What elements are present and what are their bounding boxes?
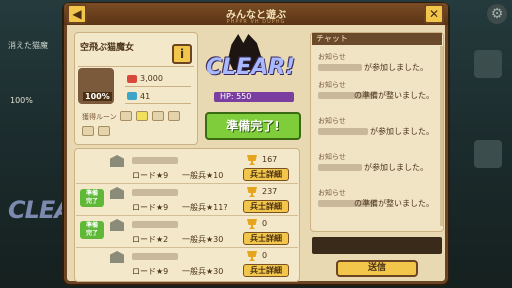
chat-sender: お知らせ xyxy=(318,53,346,61)
quest-name: 空飛ぶ猫魔女 xyxy=(80,43,135,53)
soldier-level: 一般兵★11? xyxy=(182,203,228,212)
player-name-blurred xyxy=(132,157,178,164)
lord-level: ロード★9 xyxy=(132,267,169,276)
background-percent: 100% xyxy=(10,96,33,105)
chat-message: が参加しました。 xyxy=(370,127,434,136)
gold-reward: 3,000 xyxy=(140,74,163,83)
chat-message: の準備が整いました。 xyxy=(354,91,434,100)
soldier-level: 一般兵★10 xyxy=(182,171,224,180)
ready-badge: 準備 完了 xyxy=(80,221,104,239)
divider xyxy=(125,103,191,104)
rune-slot xyxy=(152,111,164,121)
player-name-blurred xyxy=(132,253,178,260)
rune-slot xyxy=(136,111,148,121)
soldier-level: 一般兵★30 xyxy=(182,267,224,276)
soldier-detail-button[interactable]: 兵士詳細 xyxy=(243,264,289,277)
back-button[interactable]: ◀ xyxy=(67,4,87,24)
player-score: 237 xyxy=(262,187,278,196)
row-divider xyxy=(76,247,298,248)
player-score: 0 xyxy=(262,251,268,260)
chat-sender: お知らせ xyxy=(318,189,346,197)
info-button[interactable]: i xyxy=(172,44,192,64)
gold-icon xyxy=(127,75,137,83)
chat-message: が参加しました。 xyxy=(364,163,428,172)
ready-badge: 準備 完了 xyxy=(80,189,104,207)
chat-sender: お知らせ xyxy=(318,117,346,125)
divider xyxy=(78,66,194,67)
soldier-detail-button[interactable]: 兵士詳細 xyxy=(243,232,289,245)
chat-scrollbar[interactable] xyxy=(440,46,443,226)
chat-name-blurred xyxy=(318,128,368,135)
lord-level: ロード★9 xyxy=(132,203,169,212)
chat-message: の準備が整いました。 xyxy=(354,199,434,208)
row-divider xyxy=(76,215,298,216)
rune-slot xyxy=(120,111,132,121)
background-side-button xyxy=(474,50,502,78)
player-score: 0 xyxy=(262,219,268,228)
player-name-blurred xyxy=(132,189,178,196)
rune-slot xyxy=(82,126,94,136)
chat-name-blurred xyxy=(318,64,362,71)
ready-badge-text: 準備 完了 xyxy=(85,222,98,237)
gear-icon[interactable]: ⚙ xyxy=(487,4,507,24)
background-side-button xyxy=(474,140,502,168)
chat-message: が参加しました。 xyxy=(364,63,428,72)
rune-label: 獲得ルーン xyxy=(82,113,117,121)
chat-sender: お知らせ xyxy=(318,153,346,161)
chat-sender: お知らせ xyxy=(318,81,346,89)
lord-level: ロード★2 xyxy=(132,235,169,244)
title-ornament: PHPPR VH DUPHG xyxy=(226,19,286,25)
close-icon: ✕ xyxy=(428,7,440,21)
chat-name-blurred xyxy=(318,164,362,171)
soldier-detail-button[interactable]: 兵士詳細 xyxy=(243,168,289,181)
exp-reward: 41 xyxy=(140,92,151,101)
row-divider xyxy=(76,183,298,184)
rune-slot xyxy=(168,111,180,121)
boss-hp-text: HP: 550 xyxy=(220,92,252,101)
clear-percent: 100% xyxy=(83,92,112,101)
soldier-detail-button[interactable]: 兵士詳細 xyxy=(243,200,289,213)
back-arrow-icon: ◀ xyxy=(72,7,82,21)
close-button[interactable]: ✕ xyxy=(424,4,444,24)
exp-icon xyxy=(127,92,137,100)
rune-slot xyxy=(98,126,110,136)
soldier-level: 一般兵★30 xyxy=(182,235,224,244)
player-name-blurred xyxy=(132,221,178,228)
player-score: 167 xyxy=(262,155,278,164)
background-quest-label: 消えた猫魔 xyxy=(8,41,48,50)
chat-header: チャット xyxy=(312,33,442,45)
send-button[interactable]: 送信 xyxy=(336,260,418,277)
divider xyxy=(125,86,191,87)
ready-badge-text: 準備 完了 xyxy=(85,190,98,205)
ready-button[interactable]: 準備完了! xyxy=(205,112,301,140)
clear-label: CLEAR! xyxy=(206,55,296,80)
chat-input[interactable] xyxy=(312,237,442,254)
lord-level: ロード★9 xyxy=(132,171,169,180)
